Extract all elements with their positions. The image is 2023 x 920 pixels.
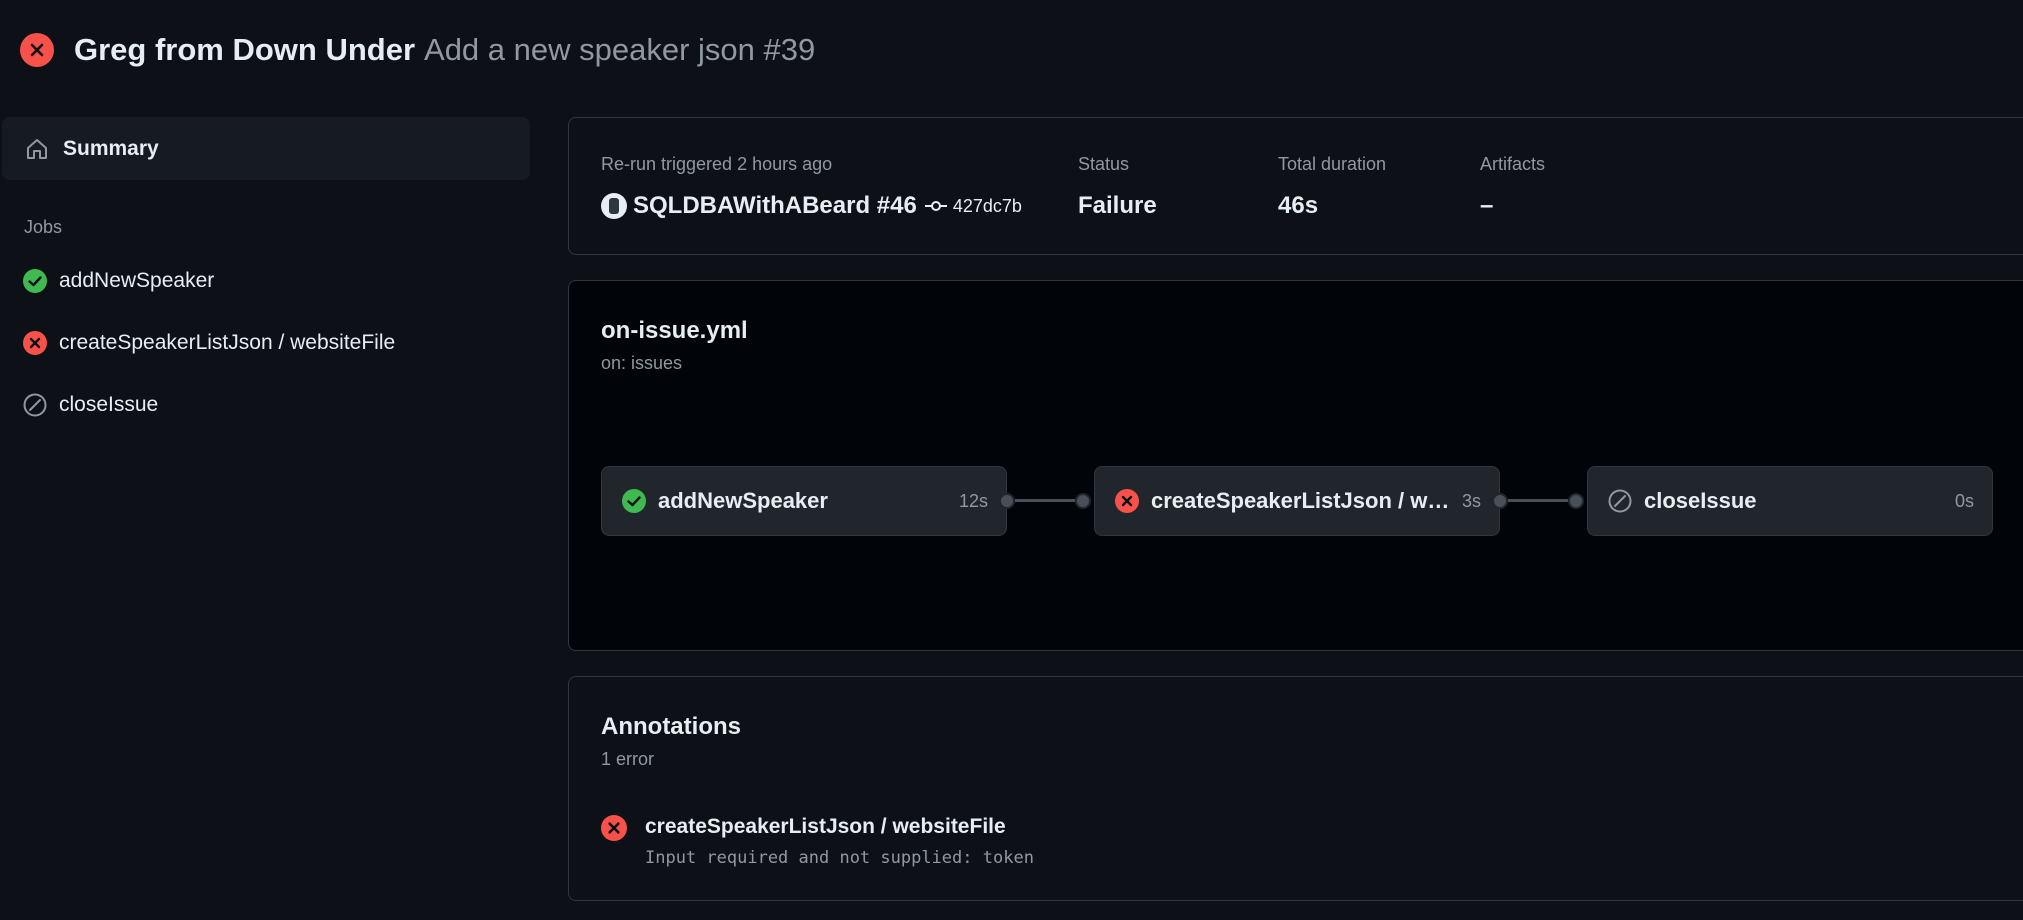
node-duration: 0s [1954,490,1974,511]
annotation-item: createSpeakerListJson / websiteFile Inpu… [601,815,1034,868]
node-connector [1508,499,1568,502]
jobs-heading: Jobs [24,217,63,237]
run-summary-card: Re-run triggered 2 hours ago SQLDBAWithA… [568,117,2023,255]
jobs-list: addNewSpeaker createSpeakerListJson / we… [0,266,530,420]
node-port [1492,493,1508,509]
node-label: createSpeakerListJson / websiteFile [1151,488,1452,513]
annotation-job-link[interactable]: createSpeakerListJson / websiteFile [645,815,1034,843]
sidebar-job-closeissue[interactable]: closeIssue [0,390,530,420]
sidebar: Summary Jobs addNewSpeaker createSpeaker… [0,117,530,420]
job-label: createSpeakerListJson / websiteFile [59,331,396,354]
workflow-graph-card: on-issue.yml on: issues addNewSpeaker 12… [568,280,2023,651]
avatar[interactable] [601,193,627,219]
graph-node-createspeakerlistjson[interactable]: createSpeakerListJson / websiteFile 3s [1094,466,1500,536]
trigger-label: Re-run triggered 2 hours ago [601,154,833,174]
error-x-icon [601,815,627,841]
annotations-card: Annotations 1 error createSpeakerListJso… [568,676,2023,901]
sidebar-item-summary[interactable]: Summary [2,117,530,180]
node-port [1075,493,1091,509]
workflow-trigger: on: issues [601,353,683,373]
status-value: Failure [1078,192,1157,219]
job-label: closeIssue [59,393,159,416]
sidebar-job-addnewspeaker[interactable]: addNewSpeaker [0,266,530,296]
success-check-icon [23,269,47,293]
graph-node-closeissue[interactable]: closeIssue 0s [1587,466,1993,536]
page-title: Greg from Down Under Add a new speaker js… [74,30,815,70]
artifacts-info: Artifacts – [1480,154,1545,220]
actor-row: SQLDBAWithABeard #46 427dc7b [601,192,1022,220]
annotation-text: createSpeakerListJson / websiteFile Inpu… [645,815,1034,868]
skipped-icon [1608,489,1632,513]
annotations-count: 1 error [601,749,655,769]
sidebar-job-createspeakerlistjson[interactable]: createSpeakerListJson / websiteFile [0,328,530,358]
actor-link[interactable]: SQLDBAWithABeard #46 [633,192,917,220]
commit-icon [924,199,947,213]
trigger-info: Re-run triggered 2 hours ago SQLDBAWithA… [601,154,1022,220]
node-duration: 3s [1461,490,1481,511]
status-label: Status [1078,154,1130,174]
duration-info: Total duration 46s [1278,154,1386,220]
workflow-name[interactable]: Greg from Down Under [74,32,415,67]
workflow-run-page: Greg from Down Under Add a new speaker js… [0,0,2023,920]
commit-sha-link[interactable]: 427dc7b [953,196,1022,217]
run-title: Add a new speaker json #39 [424,32,816,67]
annotations-title: Annotations [601,713,741,740]
failure-x-icon [23,331,47,355]
node-port [1568,493,1584,509]
node-label: closeIssue [1644,488,1757,513]
artifacts-value: – [1480,192,1494,219]
node-label: addNewSpeaker [658,488,828,513]
failure-x-icon [1115,489,1139,513]
sidebar-item-label: Summary [63,136,159,160]
duration-label: Total duration [1278,154,1387,174]
node-port [999,493,1015,509]
annotation-message: Input required and not supplied: token [645,848,1034,868]
status-info: Status Failure [1078,154,1157,220]
duration-value: 46s [1278,192,1319,219]
success-check-icon [622,489,646,513]
node-connector [1015,499,1075,502]
artifacts-label: Artifacts [1480,154,1546,174]
workflow-file-name[interactable]: on-issue.yml [601,317,748,345]
run-header: Greg from Down Under Add a new speaker js… [20,30,815,70]
skipped-icon [23,393,47,417]
home-icon [25,137,49,161]
failure-status-icon [20,33,54,67]
job-label: addNewSpeaker [59,269,215,292]
node-duration: 12s [958,490,988,511]
graph-node-addnewspeaker[interactable]: addNewSpeaker 12s [601,466,1007,536]
